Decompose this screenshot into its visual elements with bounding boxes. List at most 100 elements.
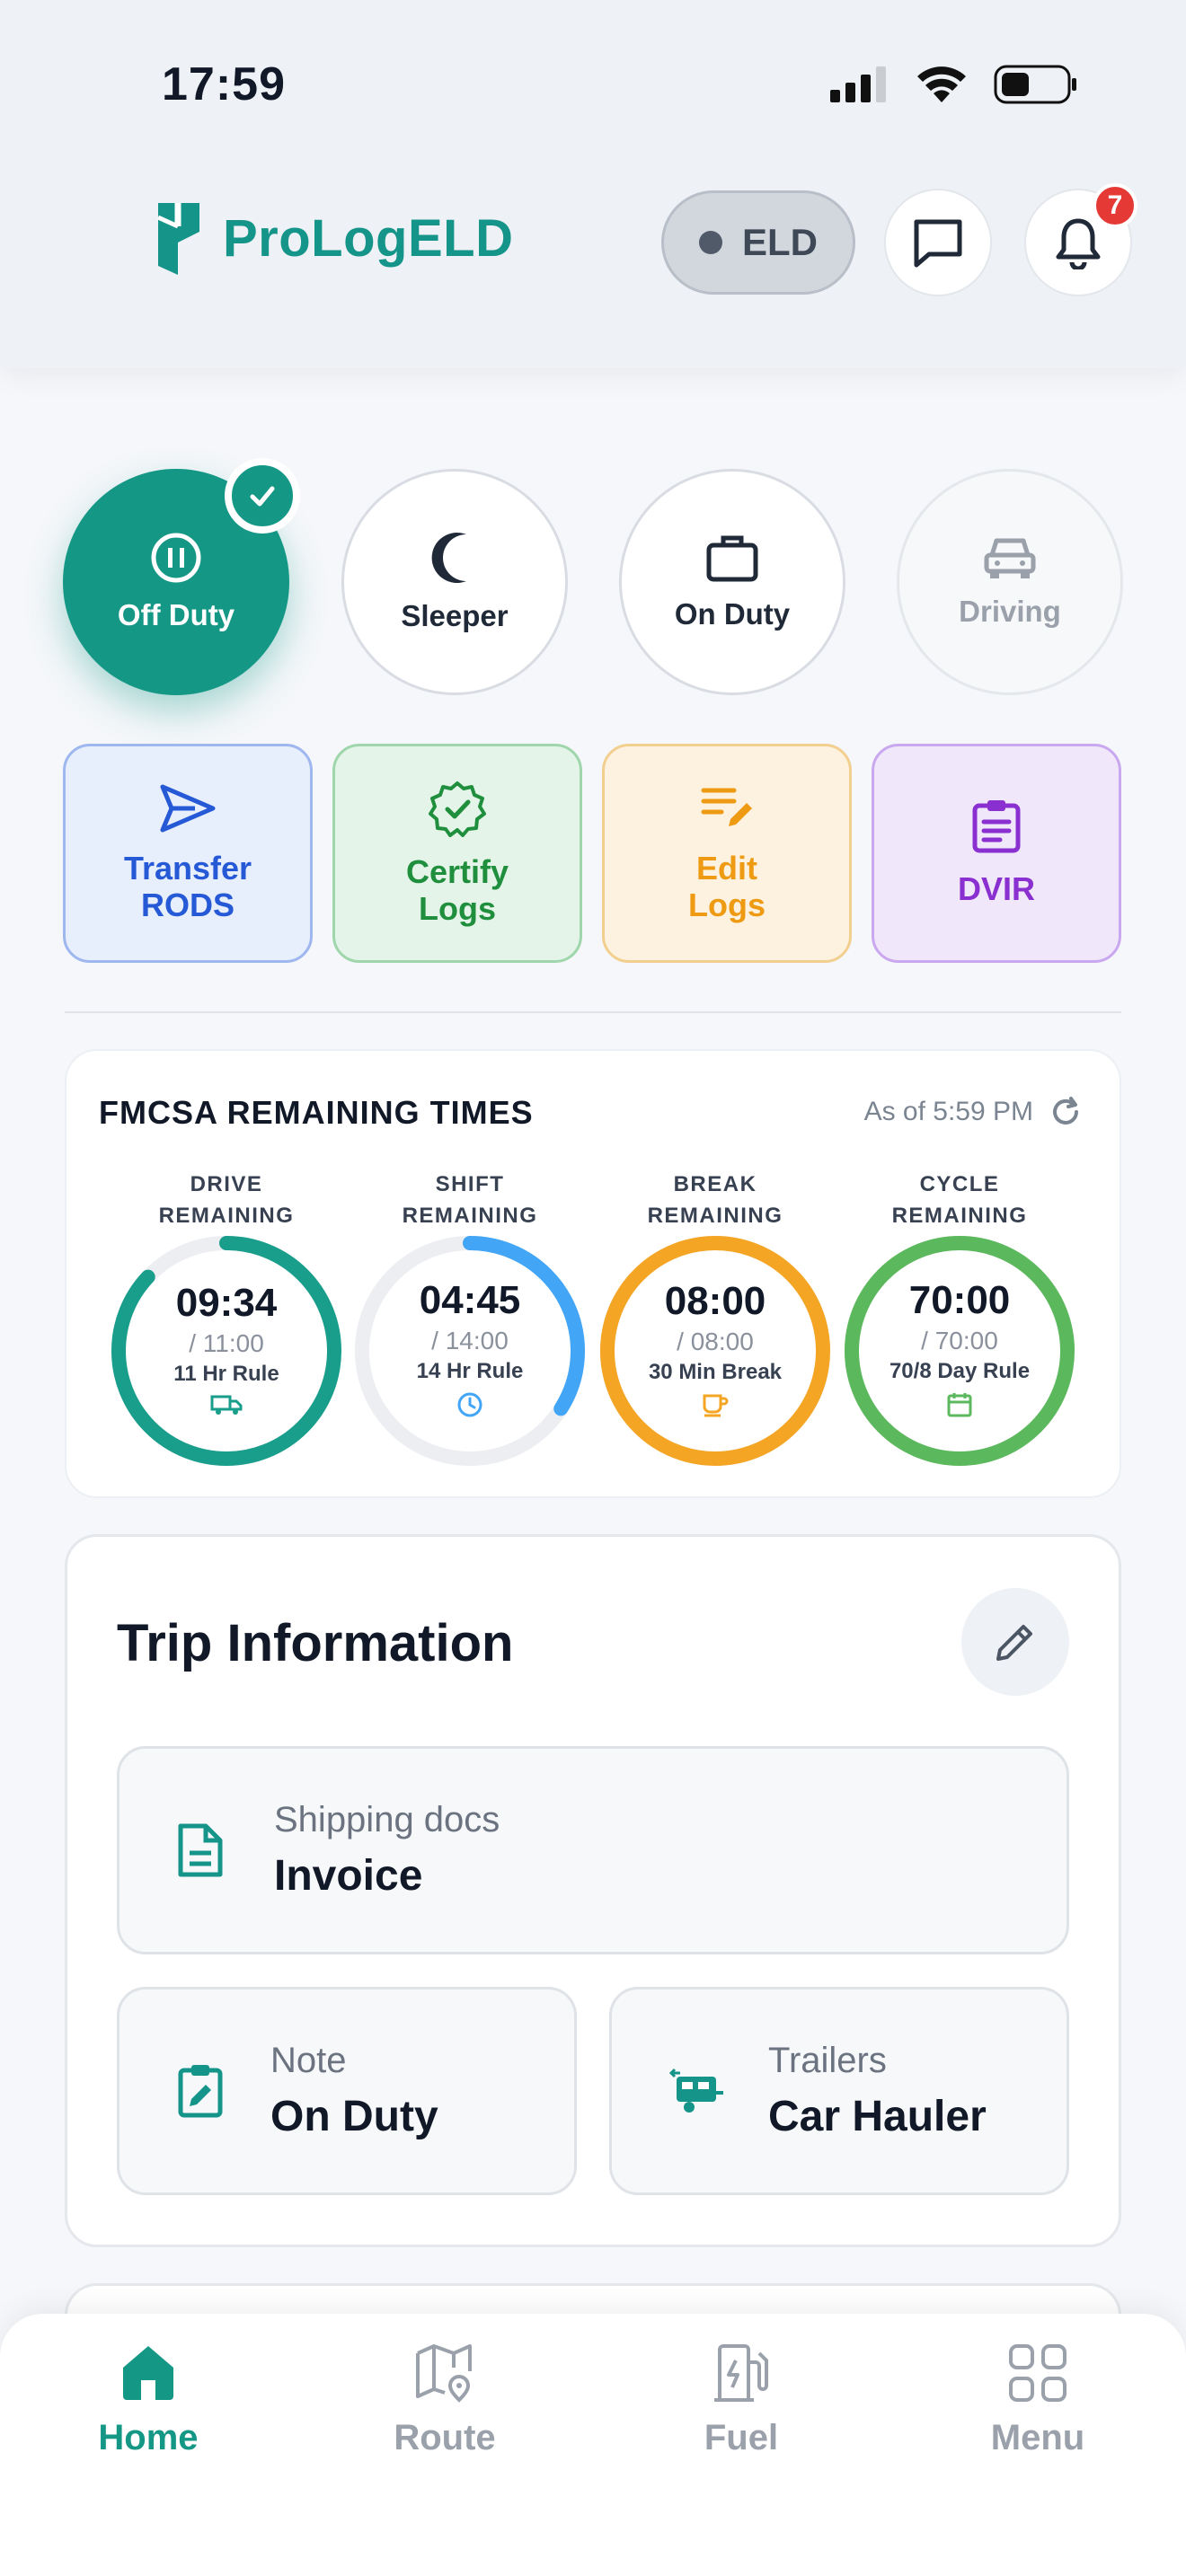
gauge-value: 08:00 [664,1279,766,1323]
refresh-icon[interactable] [1049,1096,1082,1128]
map-pin-icon [416,2344,472,2403]
signal-icon [830,66,886,102]
tile-label-line2: Logs [419,890,496,927]
briefcase-icon [706,535,758,582]
verified-badge-icon [429,781,486,837]
shipping-docs-label: Shipping docs [274,1800,500,1839]
fuel-pump-icon [714,2344,768,2402]
gauge-value: 04:45 [419,1278,521,1322]
gauge-total: / 08:00 [677,1328,754,1355]
duty-driving[interactable]: Driving [897,469,1123,695]
duty-label: Off Duty [117,598,235,631]
note-field[interactable]: Note On Duty [117,1987,577,2195]
wifi-icon [917,66,966,102]
pause-circle-icon [151,533,201,583]
gauge-label-line1: CYCLE [919,1172,1000,1196]
messages-button[interactable] [884,189,992,296]
certify-logs-button[interactable]: Certify Logs [332,744,582,963]
calendar-icon [947,1393,972,1417]
battery-icon [994,65,1076,104]
nav-route[interactable]: Route [310,2341,580,2458]
eld-connection-pill[interactable]: ELD [661,190,855,295]
gauge-rule: 14 Hr Rule [416,1359,524,1383]
duty-label: Driving [959,595,1061,628]
nav-label: Menu [990,2418,1085,2457]
send-icon [160,784,216,833]
break-remaining-gauge: 08:00 / 08:00 30 Min Break [598,1234,832,1468]
gauge-label-line2: REMAINING [402,1203,538,1228]
duty-on-duty[interactable]: On Duty [619,469,845,695]
nav-label: Route [394,2418,496,2457]
note-label: Note [270,2041,347,2080]
gauge-label-line2: REMAINING [158,1203,295,1228]
duty-label: On Duty [674,597,791,631]
tile-label: DVIR [957,870,1035,908]
gauge-label-line1: DRIVE [190,1172,263,1196]
dvir-button[interactable]: DVIR [872,744,1121,963]
gauge-label-break: BREAK REMAINING [598,1169,832,1232]
rv-trailer-icon [669,2068,723,2113]
nav-home[interactable]: Home [13,2341,283,2458]
transfer-rods-button[interactable]: Transfer RODS [63,744,313,963]
duty-sleeper[interactable]: Sleeper [341,469,568,695]
trailers-value: Car Hauler [768,2093,987,2140]
gauge-label-line2: REMAINING [647,1203,783,1228]
notifications-button[interactable]: 7 [1024,183,1137,296]
gauge-label-line2: REMAINING [891,1203,1028,1228]
gauge-value: 09:34 [175,1281,278,1325]
gauge-value: 70:00 [908,1278,1011,1322]
app-logo: ProLogELD [155,199,513,277]
gauge-label-shift: SHIFT REMAINING [353,1169,587,1232]
section-divider [65,1011,1121,1013]
nav-menu[interactable]: Menu [903,2341,1173,2458]
edit-trip-button[interactable] [961,1588,1069,1696]
grid-icon [1009,2344,1067,2402]
bottom-navigation: Home Route Fuel Menu [0,2314,1186,2576]
prolog-logo-icon [156,203,199,275]
nav-label: Home [98,2418,199,2457]
home-icon [123,2346,173,2400]
shift-remaining-gauge: 04:45 / 14:00 14 Hr Rule [353,1234,587,1468]
car-icon [984,538,1036,578]
gauge-total: / 14:00 [431,1327,509,1354]
pencil-icon [996,1625,1032,1661]
gauge-label-line1: SHIFT [435,1172,505,1196]
tile-label-line1: Edit [696,849,757,887]
chat-icon [914,219,962,268]
nav-label: Fuel [704,2418,779,2457]
app-header [0,0,1186,368]
notification-badge: 7 [1093,183,1137,228]
eld-status-dot [699,231,722,254]
gauge-label-line1: BREAK [673,1172,757,1196]
gauge-rule: 11 Hr Rule [173,1362,279,1386]
fmcsa-title: FMCSA REMAINING TIMES [99,1094,534,1131]
tile-label-line1: Certify [405,852,509,890]
gauge-total: / 70:00 [921,1327,998,1354]
clock-icon [457,1392,482,1417]
status-bar-icons [830,65,1078,104]
duty-label: Sleeper [401,599,509,632]
nav-fuel[interactable]: Fuel [606,2341,876,2458]
gauge-label-cycle: CYCLE REMAINING [843,1169,1076,1232]
clipboard-icon [972,800,1021,853]
gauge-rule: 30 Min Break [648,1360,783,1384]
coffee-icon [703,1394,729,1417]
cycle-remaining-gauge: 70:00 / 70:00 70/8 Day Rule [843,1234,1076,1468]
shipping-docs-field[interactable]: Shipping docs Invoice [117,1746,1069,1954]
gauge-rule: 70/8 Day Rule [889,1359,1031,1383]
as-of-time: As of 5:59 PM [864,1096,1082,1128]
edit-logs-button[interactable]: Edit Logs [602,744,852,963]
trailers-label: Trailers [768,2041,887,2080]
trailers-field[interactable]: Trailers Car Hauler [609,1987,1069,2195]
tile-label-line1: Transfer [123,849,252,887]
edit-notes-icon [701,788,752,826]
note-value: On Duty [270,2093,438,2140]
gauge-total: / 11:00 [189,1329,264,1357]
gauge-label-drive: DRIVE REMAINING [110,1169,343,1232]
trip-info-title: Trip Information [117,1614,514,1672]
truck-icon [210,1395,243,1415]
eld-label: ELD [742,221,818,263]
selected-check-icon [225,458,300,534]
tile-label-line2: RODS [140,887,235,923]
tile-label-line2: Logs [688,887,766,923]
